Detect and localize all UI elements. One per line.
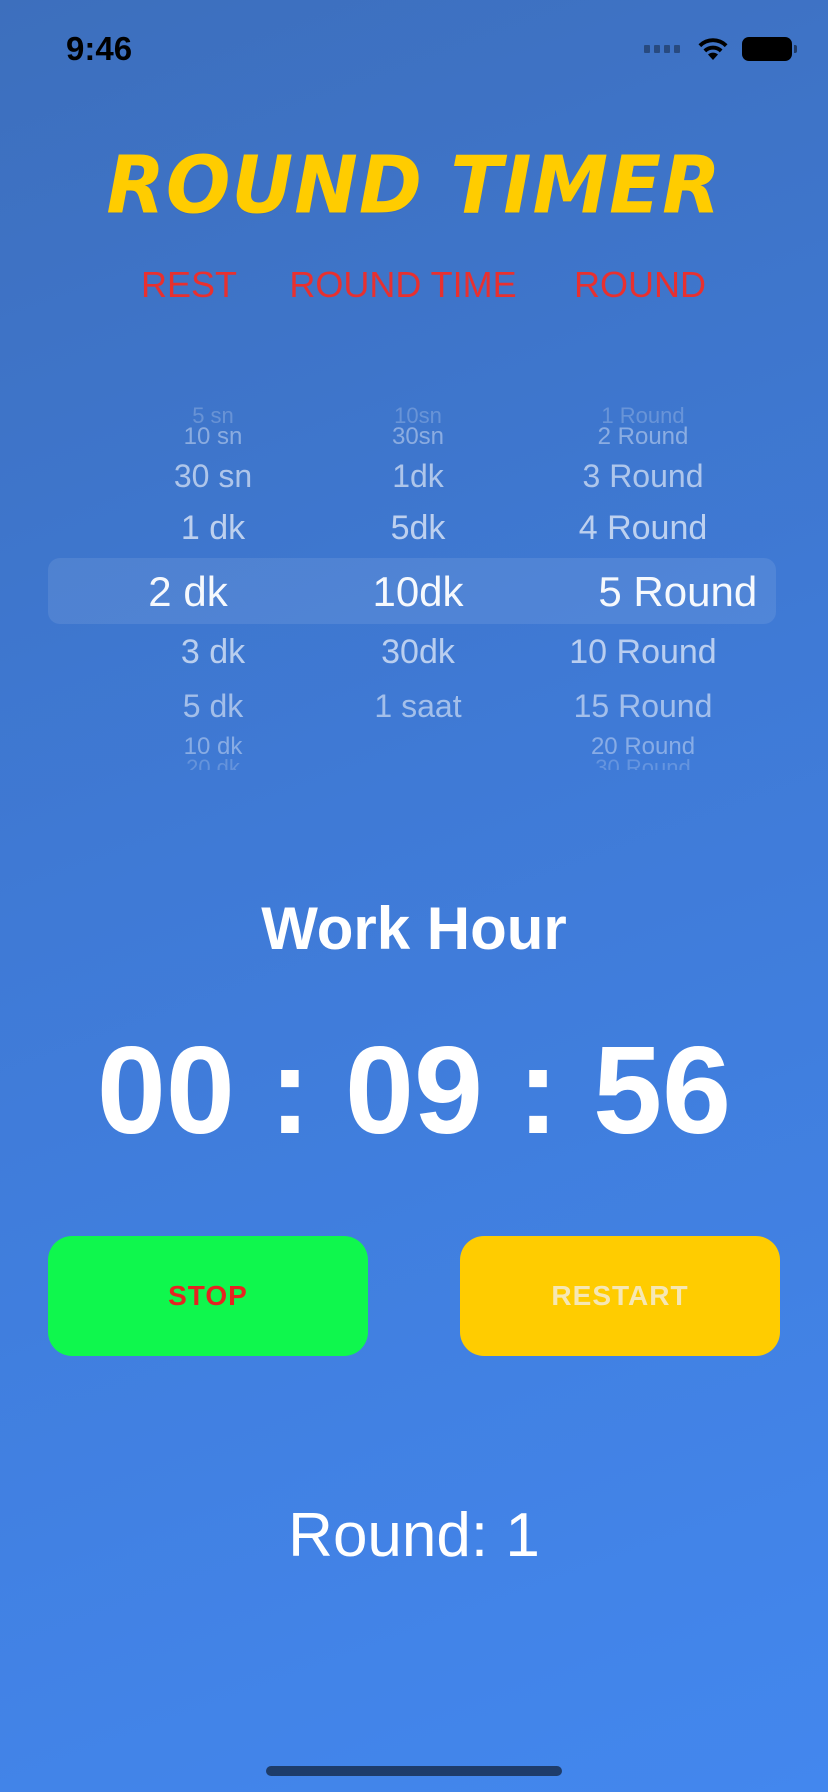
status-time: 9:46 (66, 30, 133, 67)
cellular-signal-icon (644, 45, 680, 53)
round-label: ROUND (574, 264, 706, 305)
picker-item-selected[interactable]: 2 dk (148, 571, 227, 613)
round-counter: Round: 1 (288, 1501, 540, 1570)
picker-item[interactable]: 10 Round (569, 635, 716, 669)
picker-item[interactable]: 3 dk (181, 635, 245, 669)
restart-button[interactable]: RESTART (460, 1236, 780, 1356)
picker-item[interactable]: 1dk (392, 460, 444, 492)
round-picker-column[interactable]: 1 Round 2 Round 3 Round 4 Round 5 Round … (558, 405, 757, 771)
picker-item[interactable]: 5 dk (183, 690, 243, 722)
status-bar: 9:46 (0, 0, 828, 100)
picker-item[interactable]: 15 Round (574, 690, 713, 722)
picker-item[interactable]: 30 Round (595, 757, 690, 771)
stop-button[interactable]: STOP (48, 1236, 368, 1356)
app-title: ROUND TIMER (106, 137, 722, 232)
picker-item[interactable]: 30sn (392, 425, 444, 449)
timer-mode-label: Work Hour (261, 895, 567, 962)
home-indicator[interactable] (266, 1766, 562, 1776)
timer-settings-picker[interactable]: 5 sn 10 sn 30 sn 1 dk 2 dk 3 dk 5 dk 10 … (48, 405, 776, 770)
status-icons (644, 36, 797, 62)
picker-item[interactable]: 30dk (381, 635, 455, 669)
round-time-label: ROUND TIME (289, 264, 517, 305)
picker-item-selected[interactable]: 10dk (372, 571, 463, 613)
wifi-icon (698, 38, 728, 60)
picker-item-selected[interactable]: 5 Round (598, 571, 757, 613)
rest-picker-column[interactable]: 5 sn 10 sn 30 sn 1 dk 2 dk 3 dk 5 dk 10 … (148, 405, 278, 770)
picker-item[interactable]: 1 dk (181, 511, 245, 545)
picker-labels: REST ROUND TIME ROUND (0, 264, 828, 314)
picker-item[interactable]: 5dk (391, 511, 446, 545)
picker-item[interactable]: 30 sn (174, 460, 252, 492)
battery-icon (742, 37, 797, 61)
picker-item[interactable]: 4 Round (579, 511, 708, 545)
picker-item[interactable]: 1 saat (374, 690, 461, 722)
picker-item[interactable]: 3 Round (583, 460, 704, 492)
round-time-picker-column[interactable]: 10sn 30sn 1dk 5dk 10dk 30dk 1 saat (363, 405, 473, 770)
picker-item[interactable]: 20 dk (186, 757, 240, 771)
picker-item[interactable]: 2 Round (598, 425, 689, 449)
countdown-display: 00 : 09 : 56 (96, 1022, 732, 1160)
rest-label: REST (140, 264, 238, 305)
picker-item[interactable]: 10 sn (184, 425, 243, 449)
